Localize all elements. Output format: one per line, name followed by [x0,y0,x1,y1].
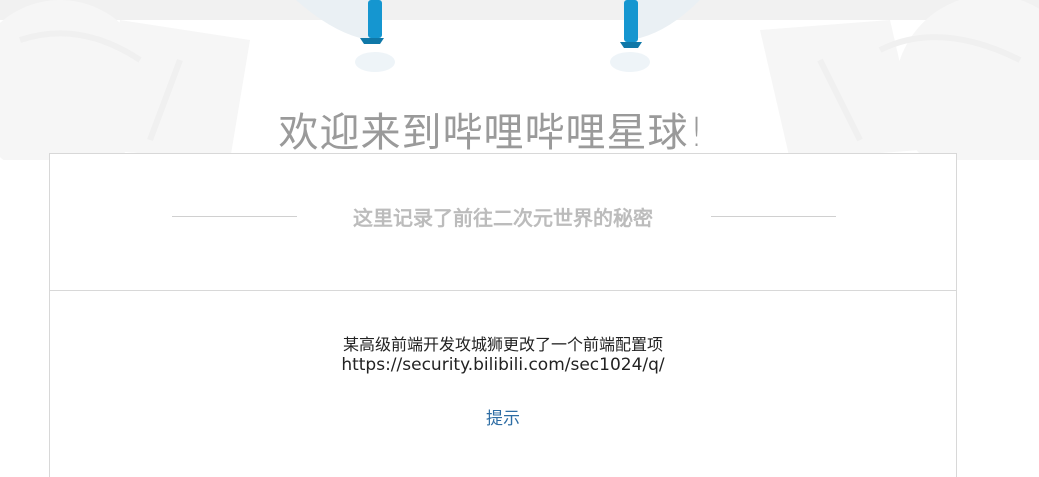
card-header: 这里记录了前往二次元世界的秘密 [50,154,956,291]
content-card: 这里记录了前往二次元世界的秘密 某高级前端开发攻城狮更改了一个前端配置项 htt… [49,153,957,477]
puzzle-text: 某高级前端开发攻城狮更改了一个前端配置项 [342,335,663,354]
mascot-legs-icon [296,0,700,72]
hint-container: 提示 [50,404,956,429]
page-root: 欢迎来到哔哩哔哩星球! 这里记录了前往二次元世界的秘密 某高级前端开发攻城狮更改… [0,0,1039,477]
hint-link[interactable]: 提示 [486,409,520,429]
puzzle-url: https://security.bilibili.com/sec1024/q/ [341,355,665,375]
welcome-title: 欢迎来到哔哩哔哩星球! [278,110,706,156]
divider-right [711,216,836,217]
